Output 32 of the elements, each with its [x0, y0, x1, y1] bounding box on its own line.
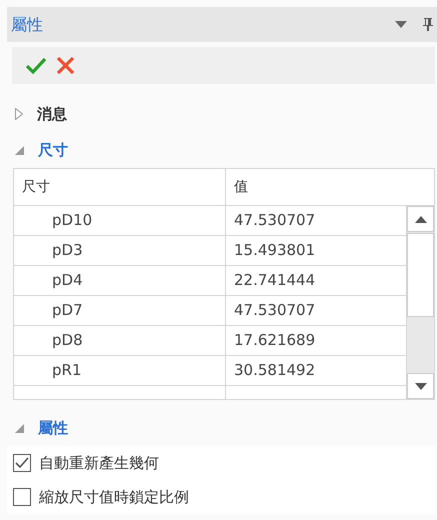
- value-field[interactable]: 30.581492: [226, 356, 406, 385]
- table-cell: pD7: [14, 296, 226, 325]
- table-cell: pD8: [14, 326, 226, 355]
- panel-title: 屬性: [11, 14, 44, 36]
- expanded-arrow-icon[interactable]: [15, 424, 24, 432]
- option-label: 自動重新產生幾何: [39, 452, 159, 474]
- section-title[interactable]: 消息: [37, 102, 67, 126]
- accept-button[interactable]: [26, 56, 47, 75]
- scrollbar[interactable]: [406, 206, 434, 399]
- section-title[interactable]: 尺寸: [38, 138, 68, 162]
- collapsed-arrow-icon[interactable]: [15, 108, 23, 120]
- table-cell: pR1: [14, 356, 226, 385]
- value-field[interactable]: 17.621689: [226, 326, 406, 355]
- table-cell: pD4: [14, 266, 226, 295]
- value-field[interactable]: 22.741444: [226, 266, 406, 295]
- value-field[interactable]: 47.530707: [226, 296, 406, 325]
- dropdown-button[interactable]: [395, 20, 407, 28]
- checkbox[interactable]: [13, 488, 31, 506]
- table-cell: pD10: [14, 206, 226, 235]
- option-label: 縮放尺寸值時鎖定比例: [39, 486, 189, 508]
- section-title[interactable]: 屬性: [38, 416, 68, 440]
- table-cell: pD3: [14, 236, 226, 265]
- column-header[interactable]: 尺寸: [14, 169, 226, 205]
- expanded-arrow-icon[interactable]: [15, 146, 24, 154]
- pin-button[interactable]: [423, 18, 433, 31]
- checkbox[interactable]: [13, 454, 31, 472]
- scroll-up-icon[interactable]: [414, 216, 426, 222]
- cancel-button[interactable]: [55, 56, 76, 75]
- scroll-down-icon[interactable]: [414, 382, 426, 390]
- value-field[interactable]: 15.493801: [226, 236, 406, 265]
- column-header[interactable]: 值: [226, 169, 434, 205]
- value-field[interactable]: 47.530707: [226, 206, 406, 235]
